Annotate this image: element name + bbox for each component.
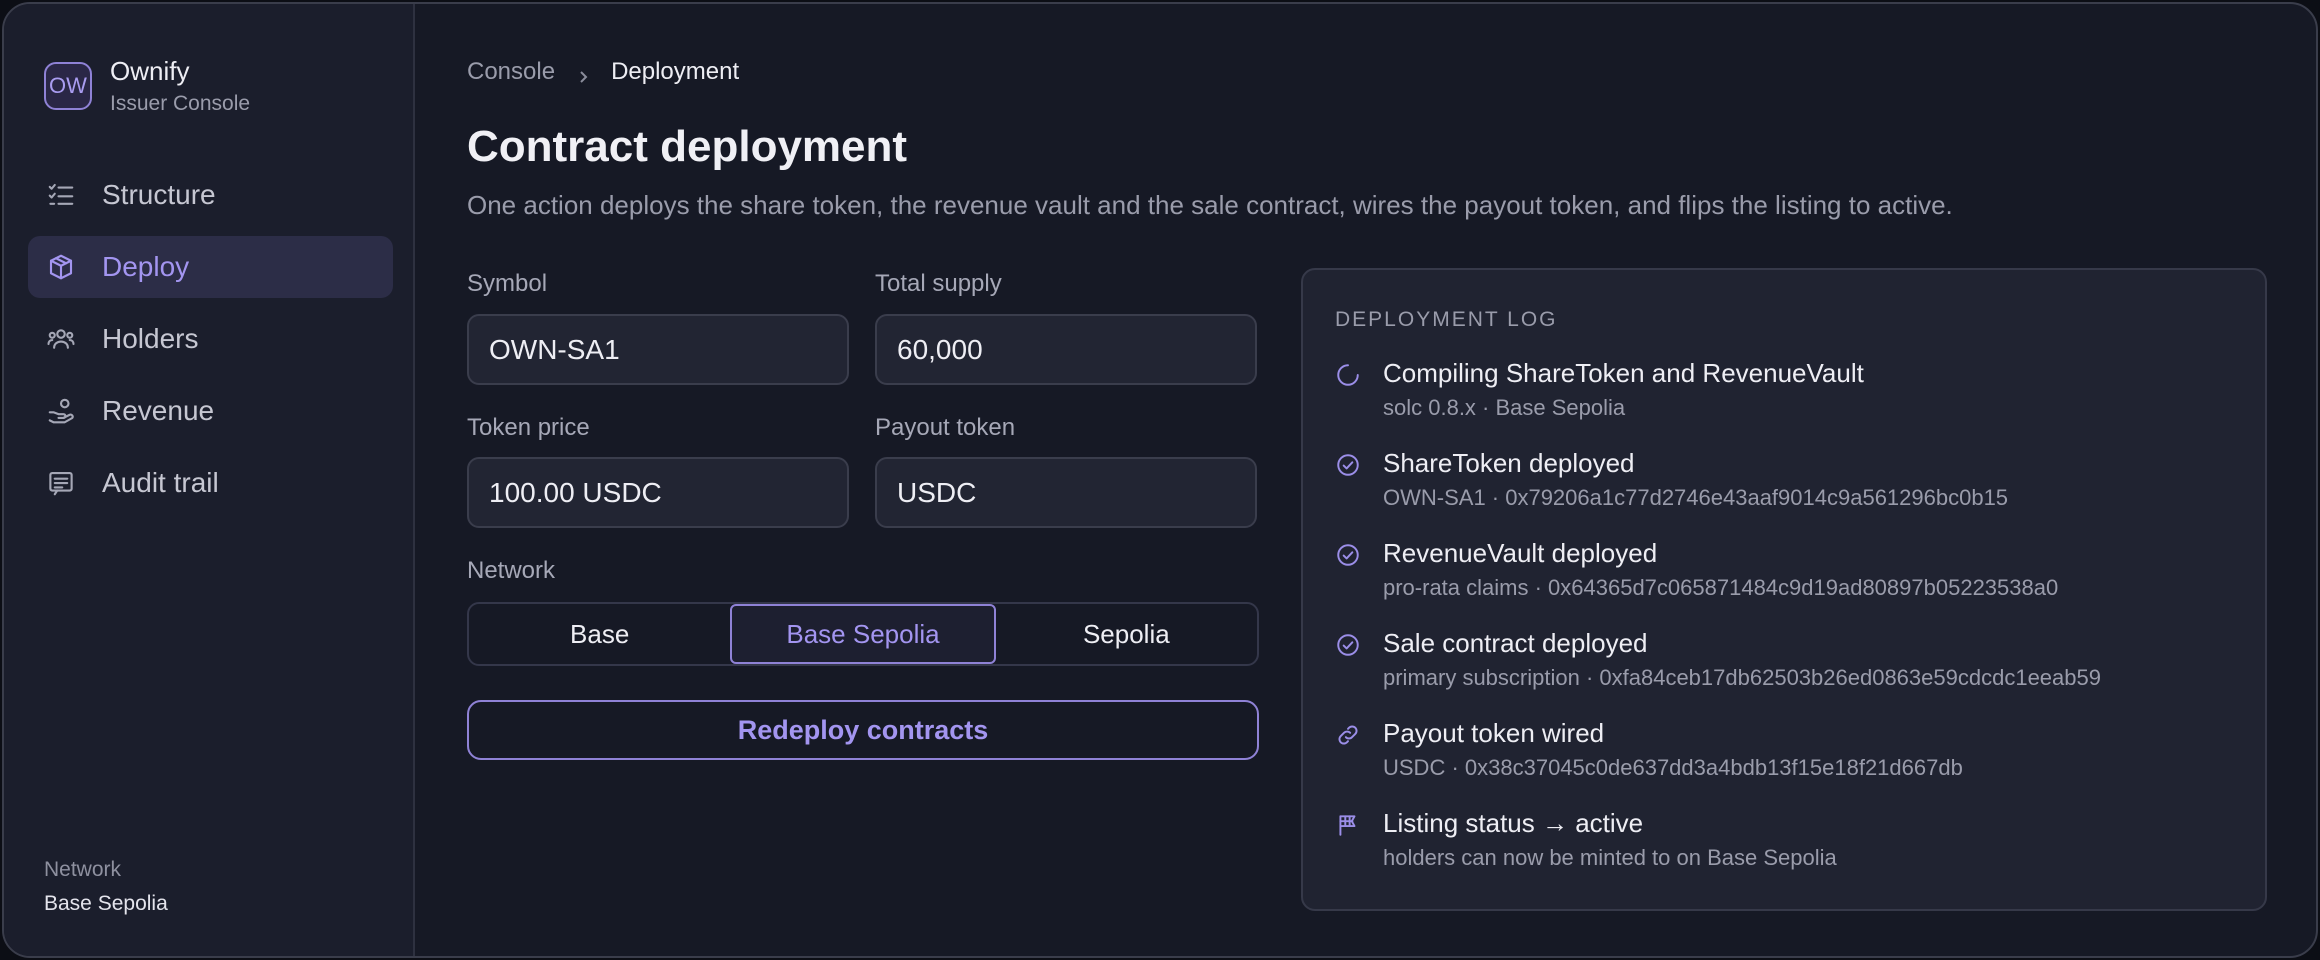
log-entry: Sale contract deployed primary subscript… [1335, 628, 2235, 718]
log-entry-detail: holders can now be minted to on Base Sep… [1383, 845, 1837, 870]
receipt-icon [46, 468, 76, 498]
flag-icon [1335, 808, 1365, 898]
log-entry-title: Listing status → active [1383, 808, 1644, 838]
network-label: Network [467, 557, 556, 584]
page-description: One action deploys the share token, the … [467, 190, 1953, 220]
brand-subtitle: Issuer Console [110, 92, 251, 115]
app-window: OW Ownify Issuer Console Structure Deplo… [2, 2, 2318, 958]
token-price-label: Token price [467, 414, 590, 441]
sidebar-item-holders[interactable]: Holders [28, 308, 393, 370]
log-entry-detail: OWN-SA1 · 0x79206a1c77d2746e43aaf9014c9a… [1383, 485, 2009, 510]
sidebar-item-label: Audit trail [102, 467, 219, 498]
sidebar-item-label: Structure [102, 179, 216, 210]
network-indicator: Network Base Sepolia [44, 858, 168, 916]
deployment-log-list: Compiling ShareToken and RevenueVault so… [1335, 358, 2235, 898]
users-icon [46, 324, 76, 354]
sidebar-item-revenue[interactable]: Revenue [28, 380, 393, 442]
brand-logo: OW [44, 62, 92, 110]
breadcrumb-current: Deployment [611, 58, 740, 85]
log-entry-detail: solc 0.8.x · Base Sepolia [1383, 395, 1626, 420]
list-checks-icon [46, 180, 76, 210]
log-entry: Payout token wired USDC · 0x38c37045c0de… [1335, 718, 2235, 808]
check-circle-icon [1335, 448, 1365, 538]
network-option-sepolia[interactable]: Sepolia [996, 604, 1257, 664]
log-entry: ShareToken deployed OWN-SA1 · 0x79206a1c… [1335, 448, 2235, 538]
log-entry-detail: pro-rata claims · 0x64365d7c065871484c9d… [1383, 575, 2059, 600]
log-entry-detail: primary subscription · 0xfa84ceb17db6250… [1383, 665, 2101, 690]
total-supply-input[interactable]: 60,000 [875, 314, 1257, 385]
payout-token-label: Payout token [875, 414, 1016, 441]
sidebar-item-label: Revenue [102, 395, 215, 426]
log-entry-title: Sale contract deployed [1383, 628, 1648, 658]
sidebar-item-structure[interactable]: Structure [28, 164, 393, 226]
chevron-right-icon [575, 64, 591, 83]
check-circle-icon [1335, 538, 1365, 628]
log-entry-title: RevenueVault deployed [1383, 538, 1658, 568]
log-entry: RevenueVault deployed pro-rata claims · … [1335, 538, 2235, 628]
brand[interactable]: OW Ownify Issuer Console [44, 56, 250, 118]
box-icon [46, 252, 76, 282]
log-entry-detail: USDC · 0x38c37045c0de637dd3a4bdb13f15e18… [1383, 755, 1963, 780]
network-selector: Base Base Sepolia Sepolia [467, 602, 1259, 666]
spinner-icon [1335, 358, 1365, 448]
symbol-input[interactable]: OWN-SA1 [467, 314, 849, 385]
deployment-log-heading: DEPLOYMENT LOG [1335, 308, 1558, 331]
breadcrumb-console[interactable]: Console [467, 58, 555, 86]
network-option-base[interactable]: Base [469, 604, 730, 664]
check-circle-icon [1335, 628, 1365, 718]
breadcrumb: Console Deployment [467, 58, 739, 86]
sidebar-item-deploy[interactable]: Deploy [28, 236, 393, 298]
log-entry-title: Payout token wired [1383, 718, 1605, 748]
deployment-log-panel: DEPLOYMENT LOG Compiling ShareToken and … [1301, 268, 2267, 911]
hand-coins-icon [46, 396, 76, 426]
network-option-base-sepolia[interactable]: Base Sepolia [730, 604, 996, 664]
link-icon [1335, 718, 1365, 808]
symbol-label: Symbol [467, 270, 548, 297]
total-supply-label: Total supply [875, 270, 1002, 297]
page-title: Contract deployment [467, 122, 908, 171]
payout-token-input[interactable]: USDC [875, 457, 1257, 528]
brand-name: Ownify [110, 56, 190, 86]
main-content: Console Deployment Contract deployment O… [415, 4, 2316, 956]
token-price-input[interactable]: 100.00 USDC [467, 457, 849, 528]
sidebar: OW Ownify Issuer Console Structure Deplo… [4, 4, 415, 956]
sidebar-item-label: Holders [102, 323, 199, 354]
log-entry-title: ShareToken deployed [1383, 448, 1635, 478]
redeploy-contracts-button[interactable]: Redeploy contracts [467, 700, 1259, 760]
network-indicator-label: Network [44, 858, 122, 881]
sidebar-item-label: Deploy [102, 251, 190, 282]
log-entry-title: Compiling ShareToken and RevenueVault [1383, 358, 1864, 388]
log-entry: Listing status → active holders can now … [1335, 808, 2235, 898]
log-entry: Compiling ShareToken and RevenueVault so… [1335, 358, 2235, 448]
sidebar-item-audit-trail[interactable]: Audit trail [28, 452, 393, 514]
sidebar-nav: Structure Deploy Holders Revenue Audit t… [28, 164, 393, 524]
network-indicator-value: Base Sepolia [44, 892, 168, 915]
